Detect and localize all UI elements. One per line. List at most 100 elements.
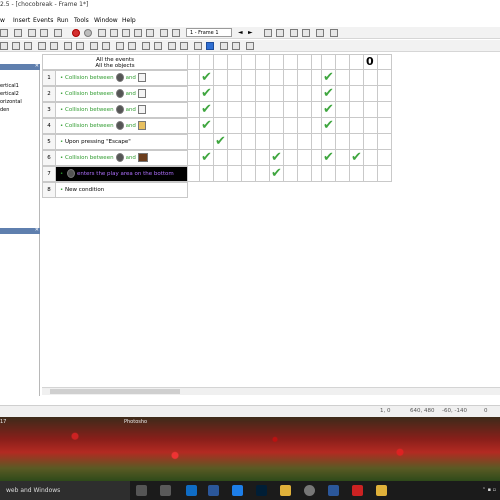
action-cell[interactable] [336, 102, 350, 118]
run-app-icon[interactable] [160, 29, 168, 37]
object-column-header[interactable] [350, 54, 364, 70]
left-panel-item[interactable]: ertical1 [0, 83, 19, 89]
action-cell[interactable] [298, 70, 312, 86]
outlook-icon[interactable] [186, 485, 197, 496]
word-icon[interactable] [208, 485, 219, 496]
action-cell[interactable] [284, 86, 298, 102]
action-cell[interactable] [378, 166, 392, 182]
event-row[interactable]: 4 • Collision between and [42, 118, 188, 134]
action-cell[interactable] [228, 166, 242, 182]
object-icon[interactable] [220, 42, 228, 50]
event-row[interactable]: 7 • enters the play area on the bottom [42, 166, 188, 182]
cut-icon[interactable] [12, 42, 20, 50]
action-cell[interactable] [284, 150, 298, 166]
action-cell[interactable] [228, 134, 242, 150]
action-cell[interactable] [312, 166, 322, 182]
action-cell[interactable] [312, 134, 322, 150]
grid-icon[interactable] [276, 29, 284, 37]
copy-icon[interactable] [24, 42, 32, 50]
action-cell[interactable] [350, 118, 364, 134]
action-cell[interactable] [350, 134, 364, 150]
action-cell[interactable] [284, 166, 298, 182]
properties-icon[interactable] [330, 29, 338, 37]
action-cell[interactable] [350, 166, 364, 182]
stop-icon[interactable] [72, 29, 80, 37]
event-row[interactable]: 5 • Upon pressing "Escape" [42, 134, 188, 150]
event-row[interactable]: 1 • Collision between and [42, 70, 188, 86]
object-column-header[interactable] [256, 54, 270, 70]
python-icon[interactable] [280, 485, 291, 496]
redo-icon[interactable] [40, 29, 48, 37]
event-list-icon[interactable] [134, 29, 142, 37]
action-cell[interactable] [336, 166, 350, 182]
action-cell[interactable] [256, 118, 270, 134]
action-cell[interactable] [242, 102, 256, 118]
menu-run[interactable]: Run [57, 17, 69, 24]
action-cell[interactable] [256, 134, 270, 150]
prev-frame-icon[interactable]: ◄ [238, 29, 246, 37]
task-view-icon[interactable] [136, 485, 147, 496]
action-cell[interactable] [242, 150, 256, 166]
action-cell[interactable] [284, 134, 298, 150]
action-cell[interactable] [284, 118, 298, 134]
object-column-header[interactable] [200, 54, 214, 70]
filter-icon[interactable] [154, 42, 162, 50]
action-cell[interactable] [378, 150, 392, 166]
toggle-icon[interactable] [128, 42, 136, 50]
action-cell[interactable] [188, 86, 200, 102]
menu-help[interactable]: Help [122, 17, 136, 24]
action-cell[interactable] [188, 70, 200, 86]
action-cell[interactable] [378, 70, 392, 86]
frame-select[interactable]: 1 - Frame 1 [186, 28, 232, 37]
action-cell[interactable] [364, 134, 378, 150]
action-cell[interactable] [312, 118, 322, 134]
action-cell[interactable] [228, 150, 242, 166]
undo-icon[interactable] [28, 29, 36, 37]
replace-icon[interactable] [76, 42, 84, 50]
action-cell[interactable] [270, 102, 284, 118]
action-cell[interactable] [200, 134, 214, 150]
action-cell[interactable] [188, 134, 200, 150]
action-cell[interactable] [188, 166, 200, 182]
library-icon[interactable] [246, 42, 254, 50]
event-row[interactable]: 3 • Collision between and [42, 102, 188, 118]
view-icon[interactable] [194, 42, 202, 50]
data-icon[interactable] [146, 29, 154, 37]
action-cell[interactable] [214, 102, 228, 118]
action-cell[interactable] [364, 86, 378, 102]
action-cell[interactable] [322, 134, 336, 150]
action-cell[interactable] [364, 102, 378, 118]
action-cell[interactable] [378, 102, 392, 118]
action-cell[interactable] [378, 86, 392, 102]
event-condition[interactable]: • Collision between and [56, 150, 188, 166]
menu-events[interactable]: Events [33, 17, 53, 24]
event-row[interactable]: 2 • Collision between and [42, 86, 188, 102]
action-cell[interactable] [298, 86, 312, 102]
action-cell[interactable] [298, 150, 312, 166]
action-cell[interactable] [322, 166, 336, 182]
help-icon[interactable] [54, 29, 62, 37]
action-cell[interactable] [188, 150, 200, 166]
action-cell[interactable] [312, 86, 322, 102]
event-editor-icon[interactable] [122, 29, 130, 37]
photoshop-icon[interactable] [256, 485, 267, 496]
menu-window[interactable]: Window [94, 17, 118, 24]
action-cell[interactable] [242, 166, 256, 182]
object-column-header[interactable] [214, 54, 228, 70]
event-condition[interactable]: • enters the play area on the bottom [56, 166, 188, 182]
find-icon[interactable] [64, 42, 72, 50]
action-cell[interactable] [270, 70, 284, 86]
action-cell[interactable] [256, 150, 270, 166]
action-cell[interactable] [256, 70, 270, 86]
taskbar-search[interactable]: web and Windows [0, 481, 130, 500]
event-row[interactable]: 8 • New condition [42, 182, 188, 198]
delete-icon[interactable] [50, 42, 58, 50]
action-cell[interactable] [312, 150, 322, 166]
scroll-thumb[interactable] [50, 389, 180, 394]
sound-icon[interactable] [232, 42, 240, 50]
app-icon[interactable] [304, 485, 315, 496]
action-cell[interactable] [364, 150, 378, 166]
action-cell[interactable] [336, 150, 350, 166]
event-condition[interactable]: • Upon pressing "Escape" [56, 134, 188, 150]
paste-icon[interactable] [38, 42, 46, 50]
